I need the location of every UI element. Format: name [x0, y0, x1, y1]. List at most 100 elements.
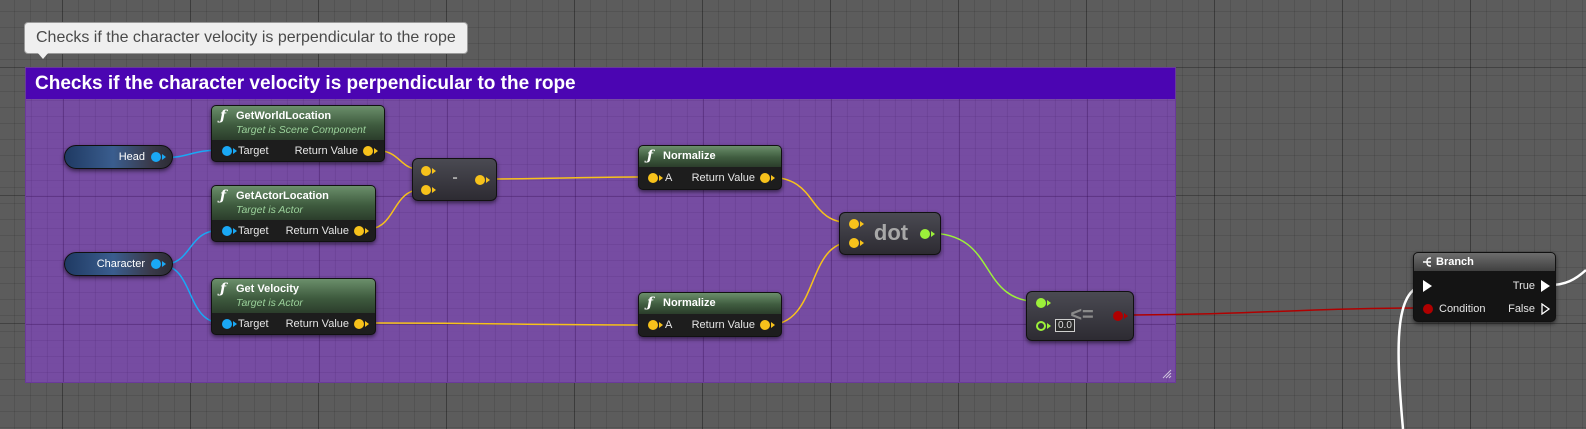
less-equal-output-arrow-icon	[1124, 313, 1128, 319]
get-velocity-target-pin[interactable]	[222, 319, 232, 329]
character-output-arrow-icon	[162, 261, 166, 267]
dot-input-b-arrow-icon	[860, 240, 864, 246]
normalize-1-input-arrow-icon	[659, 175, 663, 181]
branch-false-exec-pin[interactable]	[1541, 303, 1551, 315]
get-velocity-node[interactable]: ƒ Get Velocity Target is Actor Target Re…	[211, 278, 376, 335]
get-world-location-target-pin[interactable]	[222, 146, 232, 156]
get-actor-location-target-label: Target	[238, 225, 269, 237]
comment-box-title[interactable]: Checks if the character velocity is perp…	[26, 68, 1175, 99]
less-equal-output-pin[interactable]	[1113, 311, 1123, 321]
get-actor-location-node[interactable]: ƒ GetActorLocation Target is Actor Targe…	[211, 185, 376, 242]
subtract-operator-label: -	[452, 169, 458, 186]
get-velocity-subtitle: Target is Actor	[236, 297, 303, 309]
normalize-2-input-arrow-icon	[659, 322, 663, 328]
get-velocity-target-label: Target	[238, 318, 269, 330]
branch-title: Branch	[1436, 256, 1474, 268]
branch-exec-in-pin[interactable]	[1423, 280, 1432, 292]
dot-input-a-arrow-icon	[860, 221, 864, 227]
less-equal-input-a-pin[interactable]	[1036, 298, 1046, 308]
get-world-location-subtitle: Target is Scene Component	[236, 124, 366, 136]
normalize-1-return-arrow-icon	[771, 175, 775, 181]
normalize-1-input-label: A	[665, 172, 673, 184]
branch-header[interactable]: Branch	[1414, 253, 1555, 271]
comment-bubble-tail	[37, 52, 49, 59]
less-equal-node[interactable]: 0.0 <=	[1026, 291, 1134, 341]
normalize-2-return-label: Return Value	[691, 319, 755, 331]
get-velocity-return-label: Return Value	[285, 318, 349, 330]
dot-output-pin[interactable]	[920, 229, 930, 239]
head-variable-node[interactable]: Head	[64, 145, 173, 169]
get-world-location-return-label: Return Value	[294, 145, 358, 157]
normalize-1-return-label: Return Value	[691, 172, 755, 184]
branch-true-label: True	[1512, 280, 1535, 292]
function-icon: ƒ	[220, 188, 227, 204]
dot-operator-label: dot	[873, 220, 909, 245]
get-actor-location-target-arrow-icon	[233, 228, 237, 234]
function-icon: ƒ	[647, 295, 654, 311]
comment-bubble[interactable]: Checks if the character velocity is perp…	[24, 22, 468, 54]
dot-output-arrow-icon	[931, 231, 935, 237]
head-variable-label: Head	[118, 151, 145, 163]
get-world-location-return-pin[interactable]	[363, 146, 373, 156]
comment-box[interactable]: Checks if the character velocity is perp…	[25, 67, 1176, 383]
normalize-2-input-pin[interactable]	[648, 320, 658, 330]
character-output-pin[interactable]	[151, 259, 161, 269]
head-output-pin[interactable]	[151, 152, 161, 162]
get-velocity-return-pin[interactable]	[354, 319, 364, 329]
head-output-arrow-icon	[162, 154, 166, 160]
function-icon: ƒ	[220, 108, 227, 124]
get-actor-location-return-pin[interactable]	[354, 226, 364, 236]
subtract-input-a-arrow-icon	[432, 168, 436, 174]
character-variable-node[interactable]: Character	[64, 252, 173, 276]
normalize-2-return-pin[interactable]	[760, 320, 770, 330]
dot-product-node[interactable]: dot	[839, 212, 941, 255]
branch-node[interactable]: Branch Condition True False	[1413, 252, 1556, 322]
normalize-node-1[interactable]: ƒ Normalize A Return Value	[638, 145, 782, 190]
normalize-1-input-pin[interactable]	[648, 173, 658, 183]
subtract-output-arrow-icon	[486, 177, 490, 183]
subtract-input-b-pin[interactable]	[421, 185, 431, 195]
get-actor-location-header[interactable]: ƒ GetActorLocation Target is Actor	[212, 186, 375, 220]
function-icon: ƒ	[647, 148, 654, 164]
branch-condition-pin[interactable]	[1423, 304, 1433, 314]
normalize-2-input-label: A	[665, 319, 673, 331]
get-velocity-title: Get Velocity	[236, 283, 299, 295]
normalize-1-return-pin[interactable]	[760, 173, 770, 183]
dot-input-a-pin[interactable]	[849, 219, 859, 229]
normalize-2-return-arrow-icon	[771, 322, 775, 328]
get-velocity-return-arrow-icon	[365, 321, 369, 327]
get-world-location-title: GetWorldLocation	[236, 110, 332, 122]
get-world-location-target-arrow-icon	[233, 148, 237, 154]
get-world-location-target-label: Target	[238, 145, 269, 157]
get-actor-location-target-pin[interactable]	[222, 226, 232, 236]
get-actor-location-return-arrow-icon	[365, 228, 369, 234]
get-actor-location-return-label: Return Value	[285, 225, 349, 237]
get-velocity-target-arrow-icon	[233, 321, 237, 327]
normalize-2-header[interactable]: ƒ Normalize	[639, 293, 781, 314]
resize-grip-icon[interactable]	[1162, 369, 1172, 379]
get-world-location-header[interactable]: ƒ GetWorldLocation Target is Scene Compo…	[212, 106, 384, 140]
branch-false-label: False	[1508, 303, 1535, 315]
normalize-node-2[interactable]: ƒ Normalize A Return Value	[638, 292, 782, 337]
normalize-1-header[interactable]: ƒ Normalize	[639, 146, 781, 167]
get-velocity-header[interactable]: ƒ Get Velocity Target is Actor	[212, 279, 375, 313]
character-variable-label: Character	[96, 258, 145, 270]
function-icon: ƒ	[220, 281, 227, 297]
subtract-output-pin[interactable]	[475, 175, 485, 185]
get-world-location-node[interactable]: ƒ GetWorldLocation Target is Scene Compo…	[211, 105, 385, 162]
normalize-1-title: Normalize	[663, 150, 716, 162]
get-actor-location-subtitle: Target is Actor	[236, 204, 303, 216]
normalize-2-title: Normalize	[663, 297, 716, 309]
less-equal-input-a-arrow-icon	[1047, 300, 1051, 306]
dot-input-b-pin[interactable]	[849, 238, 859, 248]
less-equal-input-b-pin[interactable]	[1036, 321, 1046, 331]
subtract-node[interactable]: -	[412, 158, 497, 201]
less-equal-input-b-arrow-icon	[1047, 323, 1051, 329]
get-world-location-return-arrow-icon	[374, 148, 378, 154]
branch-condition-label: Condition	[1439, 303, 1486, 315]
get-actor-location-title: GetActorLocation	[236, 190, 329, 202]
less-equal-operator-label: <=	[1070, 304, 1094, 326]
subtract-input-a-pin[interactable]	[421, 166, 431, 176]
branch-true-exec-pin[interactable]	[1541, 280, 1550, 292]
subtract-input-b-arrow-icon	[432, 187, 436, 193]
